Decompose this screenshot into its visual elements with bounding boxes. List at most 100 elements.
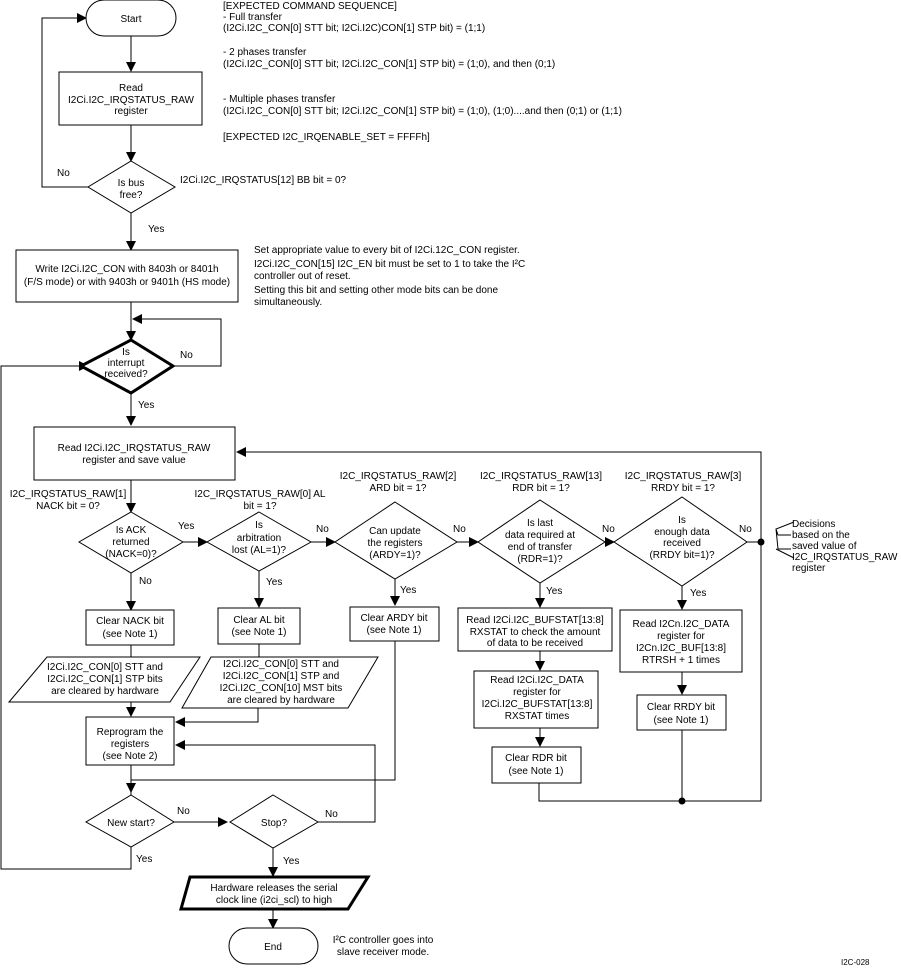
ardy-line: the registers bbox=[367, 538, 422, 549]
note-line: Decisions bbox=[792, 519, 835, 530]
note-line: - Full transfer bbox=[223, 12, 283, 23]
edge-label-no: No bbox=[180, 350, 193, 361]
ack-line: Is ACK bbox=[116, 525, 147, 536]
end-label: End bbox=[264, 942, 282, 953]
clear-nack-line: (see Note 1) bbox=[102, 629, 157, 640]
ardy-line: (ARDY=1)? bbox=[369, 550, 421, 561]
edge-label-yes: Yes bbox=[400, 585, 416, 596]
edge-label-yes: Yes bbox=[136, 854, 152, 865]
read-data-rrdy-line: RTRSH + 1 times bbox=[642, 655, 720, 666]
edge-label-no: No bbox=[453, 524, 466, 535]
new-start-label: New start? bbox=[107, 818, 155, 829]
read-bufstat-line: Read I2Ci.I2C_BUFSTAT[13:8] bbox=[466, 615, 604, 626]
hw-al-line: are cleared by hardware bbox=[227, 695, 335, 706]
rdr-condition: I2C_IRQSTATUS_RAW[13] bbox=[480, 471, 602, 482]
end-note: I²C controller goes into bbox=[333, 935, 434, 946]
note-line: (I2Ci.I2C_CON[0] STT bit; I2Ci.I2C_CON[1… bbox=[223, 59, 555, 70]
edge-label-no: No bbox=[325, 809, 338, 820]
note-line: [EXPECTED I2C_IRQENABLE_SET = FFFFh] bbox=[223, 132, 430, 143]
rdr-line: (RDR=1)? bbox=[517, 554, 563, 565]
clear-ardy-line: Clear ARDY bit bbox=[360, 613, 427, 624]
read-bufstat-line: RXSTAT to check the amount bbox=[470, 627, 601, 638]
stop-label: Stop? bbox=[261, 818, 288, 829]
con-register-note: Set appropriate value to every bit of I2… bbox=[254, 245, 525, 308]
edge-label-yes: Yes bbox=[148, 224, 164, 235]
read-data-rrdy-line: Read I2Cn.I2C_DATA bbox=[633, 619, 730, 630]
arb-line: Is bbox=[255, 520, 263, 531]
al-condition: I2C_IRQSTATUS_RAW[0] AL bbox=[195, 489, 326, 500]
reprogram-line: Reprogram the bbox=[97, 727, 164, 738]
ack-line: returned bbox=[112, 537, 149, 548]
i2c-flowchart: Start Read I2Ci.I2C_IRQSTATUS_RAW regist… bbox=[0, 0, 898, 967]
ard-condition: I2C_IRQSTATUS_RAW[2] bbox=[340, 471, 457, 482]
bb-condition-note: I2Ci.I2C_IRQSTATUS[12] BB bit = 0? bbox=[180, 175, 347, 186]
start-label: Start bbox=[120, 14, 141, 25]
note-line: - 2 phases transfer bbox=[223, 47, 307, 58]
hw-al-line: I2Ci.I2C_CON[10] MST bits bbox=[220, 683, 343, 694]
note-line: I2C_IRQSTATUS_RAW bbox=[792, 552, 898, 563]
arb-line: lost (AL=1)? bbox=[232, 545, 287, 556]
edge-label-yes: Yes bbox=[546, 586, 562, 597]
edge-label-no: No bbox=[177, 806, 190, 817]
hw-nack-line: are cleared by hardware bbox=[51, 686, 159, 697]
end-note: slave receiver mode. bbox=[337, 947, 429, 958]
interrupt-line: interrupt bbox=[108, 358, 145, 369]
rrdy-line: enough data bbox=[654, 527, 710, 538]
bus-free-line: Is bus bbox=[118, 178, 145, 189]
interrupt-line: Is bbox=[122, 347, 130, 358]
read-data-rrdy-line: I2Cn.I2C_BUF[13:8] bbox=[636, 643, 726, 654]
nack-condition: I2C_IRQSTATUS_RAW[1] bbox=[10, 489, 127, 500]
read-raw-line: I2Ci.I2C_IRQSTATUS_RAW bbox=[68, 95, 195, 106]
reprogram-line: (see Note 2) bbox=[102, 751, 157, 762]
rdr-line: Is last bbox=[527, 518, 553, 529]
clear-al-line: Clear AL bit bbox=[233, 615, 285, 626]
rdr-line: data required at bbox=[505, 530, 575, 541]
figure-id: I2C-028 bbox=[841, 958, 870, 967]
rrdy-line: Is bbox=[678, 515, 686, 526]
clear-rrdy-line: Clear RRDY bit bbox=[647, 702, 715, 713]
edge-label-yes: Yes bbox=[690, 588, 706, 599]
edge-label-yes: Yes bbox=[283, 856, 299, 867]
edge-label-yes: Yes bbox=[178, 521, 194, 532]
edge-label-no: No bbox=[139, 576, 152, 587]
read-raw-line: Read bbox=[119, 83, 143, 94]
note-line: I2Ci.I2C_CON[15] I2C_EN bit must be set … bbox=[254, 259, 525, 270]
read-raw-line: register bbox=[114, 106, 148, 117]
hw-al-line: I2Ci.I2C_CON[1] STP and bbox=[223, 671, 340, 682]
edge-label-no: No bbox=[602, 524, 615, 535]
hw-nack-line: I2Ci.I2C_CON[1] STP bits bbox=[47, 674, 162, 685]
note-line: (I2Ci.I2C_CON[0] STT bit; I2Ci.I2C_CON[1… bbox=[223, 106, 622, 117]
read-data-rdr-line: RXSTAT times bbox=[505, 711, 569, 722]
ack-line: (NACK=0)? bbox=[105, 549, 157, 560]
read-data-rdr-line: register for bbox=[513, 687, 561, 698]
clear-rdr-line: Clear RDR bit bbox=[505, 753, 567, 764]
clear-al-box bbox=[217, 607, 301, 645]
note-line: saved value of bbox=[792, 541, 857, 552]
note-line: register bbox=[792, 563, 826, 574]
read-data-rdr-line: Read I2Ci.I2C_DATA bbox=[490, 675, 584, 686]
edge-hwal-reprogram bbox=[175, 708, 259, 727]
note-line: Set appropriate value to every bit of I2… bbox=[254, 245, 520, 256]
rrdy-condition: I2C_IRQSTATUS_RAW[3] bbox=[625, 471, 742, 482]
al-condition: bit = 1? bbox=[243, 501, 277, 512]
hw-nack-line: I2Ci.I2C_CON[0] STT and bbox=[47, 662, 163, 673]
note-line: - Multiple phases transfer bbox=[223, 94, 336, 105]
read-data-rdr-line: I2Ci.I2C_BUFSTAT[13:8] bbox=[482, 699, 593, 710]
bus-free-line: free? bbox=[120, 190, 143, 201]
clear-al-line: (see Note 1) bbox=[231, 627, 286, 638]
note-line: based on the bbox=[792, 530, 850, 541]
read-save-line: register and save value bbox=[82, 455, 186, 466]
rrdy-condition: RRDY bit = 1? bbox=[651, 483, 715, 494]
note-line: simultaneously. bbox=[254, 297, 322, 308]
hw-al-line: I2Ci.I2C_CON[0] STT and bbox=[223, 659, 339, 670]
ard-condition: ARD bit = 1? bbox=[370, 483, 427, 494]
release-line: Hardware releases the serial bbox=[210, 883, 337, 894]
read-data-rrdy-line: register for bbox=[657, 631, 705, 642]
rdr-line: end of transfer bbox=[508, 542, 573, 553]
edge-label-yes: Yes bbox=[138, 400, 154, 411]
note-line: Setting this bit and setting other mode … bbox=[254, 285, 498, 296]
note-line: [EXPECTED COMMAND SEQUENCE] bbox=[223, 1, 397, 12]
note-line: (I2Ci.I2C_CON[0] STT bit; I2Ci.I2C)CON[1… bbox=[223, 23, 485, 34]
edge-label-no: No bbox=[57, 168, 70, 179]
rrdy-line: received bbox=[663, 538, 701, 549]
